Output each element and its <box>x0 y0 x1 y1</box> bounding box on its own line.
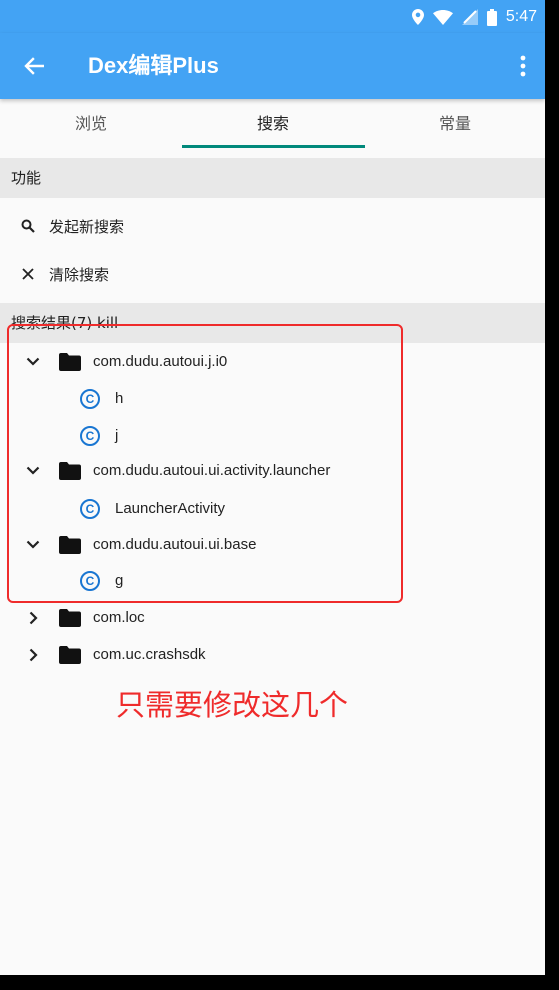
status-icons: 5:47 <box>411 6 537 28</box>
phone-screen: 5:47 Dex编辑Plus 浏览 搜索 常量 功能 发起新搜索 清除搜索 搜索… <box>0 0 545 975</box>
arrow-left-icon <box>24 57 44 75</box>
clear-search-button[interactable]: 清除搜索 <box>0 250 545 298</box>
functions-section-header: 功能 <box>0 158 545 198</box>
new-search-label: 发起新搜索 <box>49 217 125 236</box>
signal-icon <box>461 9 478 25</box>
clear-search-label: 清除搜索 <box>49 265 110 284</box>
location-icon <box>411 9 424 25</box>
annotation-highlight-box <box>7 324 403 603</box>
back-button[interactable] <box>14 50 54 82</box>
more-vert-icon <box>520 55 526 77</box>
new-search-button[interactable]: 发起新搜索 <box>0 202 545 250</box>
tab-browse[interactable]: 浏览 <box>0 99 182 155</box>
tab-indicator <box>182 145 365 148</box>
tree-package-row[interactable]: com.loc <box>0 599 545 636</box>
chevron-right-icon[interactable] <box>24 609 42 627</box>
folder-icon <box>59 645 81 664</box>
status-time: 5:47 <box>505 8 537 25</box>
status-bar: 5:47 <box>0 0 545 33</box>
search-icon <box>20 219 36 233</box>
package-label: com.loc <box>93 609 145 626</box>
screen-border-bottom <box>0 975 559 990</box>
tab-constants[interactable]: 常量 <box>364 99 545 155</box>
page-title: Dex编辑Plus <box>88 53 219 78</box>
chevron-right-icon[interactable] <box>24 646 42 664</box>
wifi-icon <box>432 9 453 25</box>
annotation-text: 只需要修改这几个 <box>116 688 349 722</box>
app-bar: Dex编辑Plus <box>0 33 545 99</box>
screen-border-right <box>545 0 559 990</box>
close-icon <box>20 268 36 280</box>
overflow-menu-button[interactable] <box>511 50 535 82</box>
package-label: com.uc.crashsdk <box>93 646 206 663</box>
battery-icon <box>486 8 497 26</box>
folder-icon <box>59 608 81 627</box>
tree-package-row[interactable]: com.uc.crashsdk <box>0 636 545 673</box>
